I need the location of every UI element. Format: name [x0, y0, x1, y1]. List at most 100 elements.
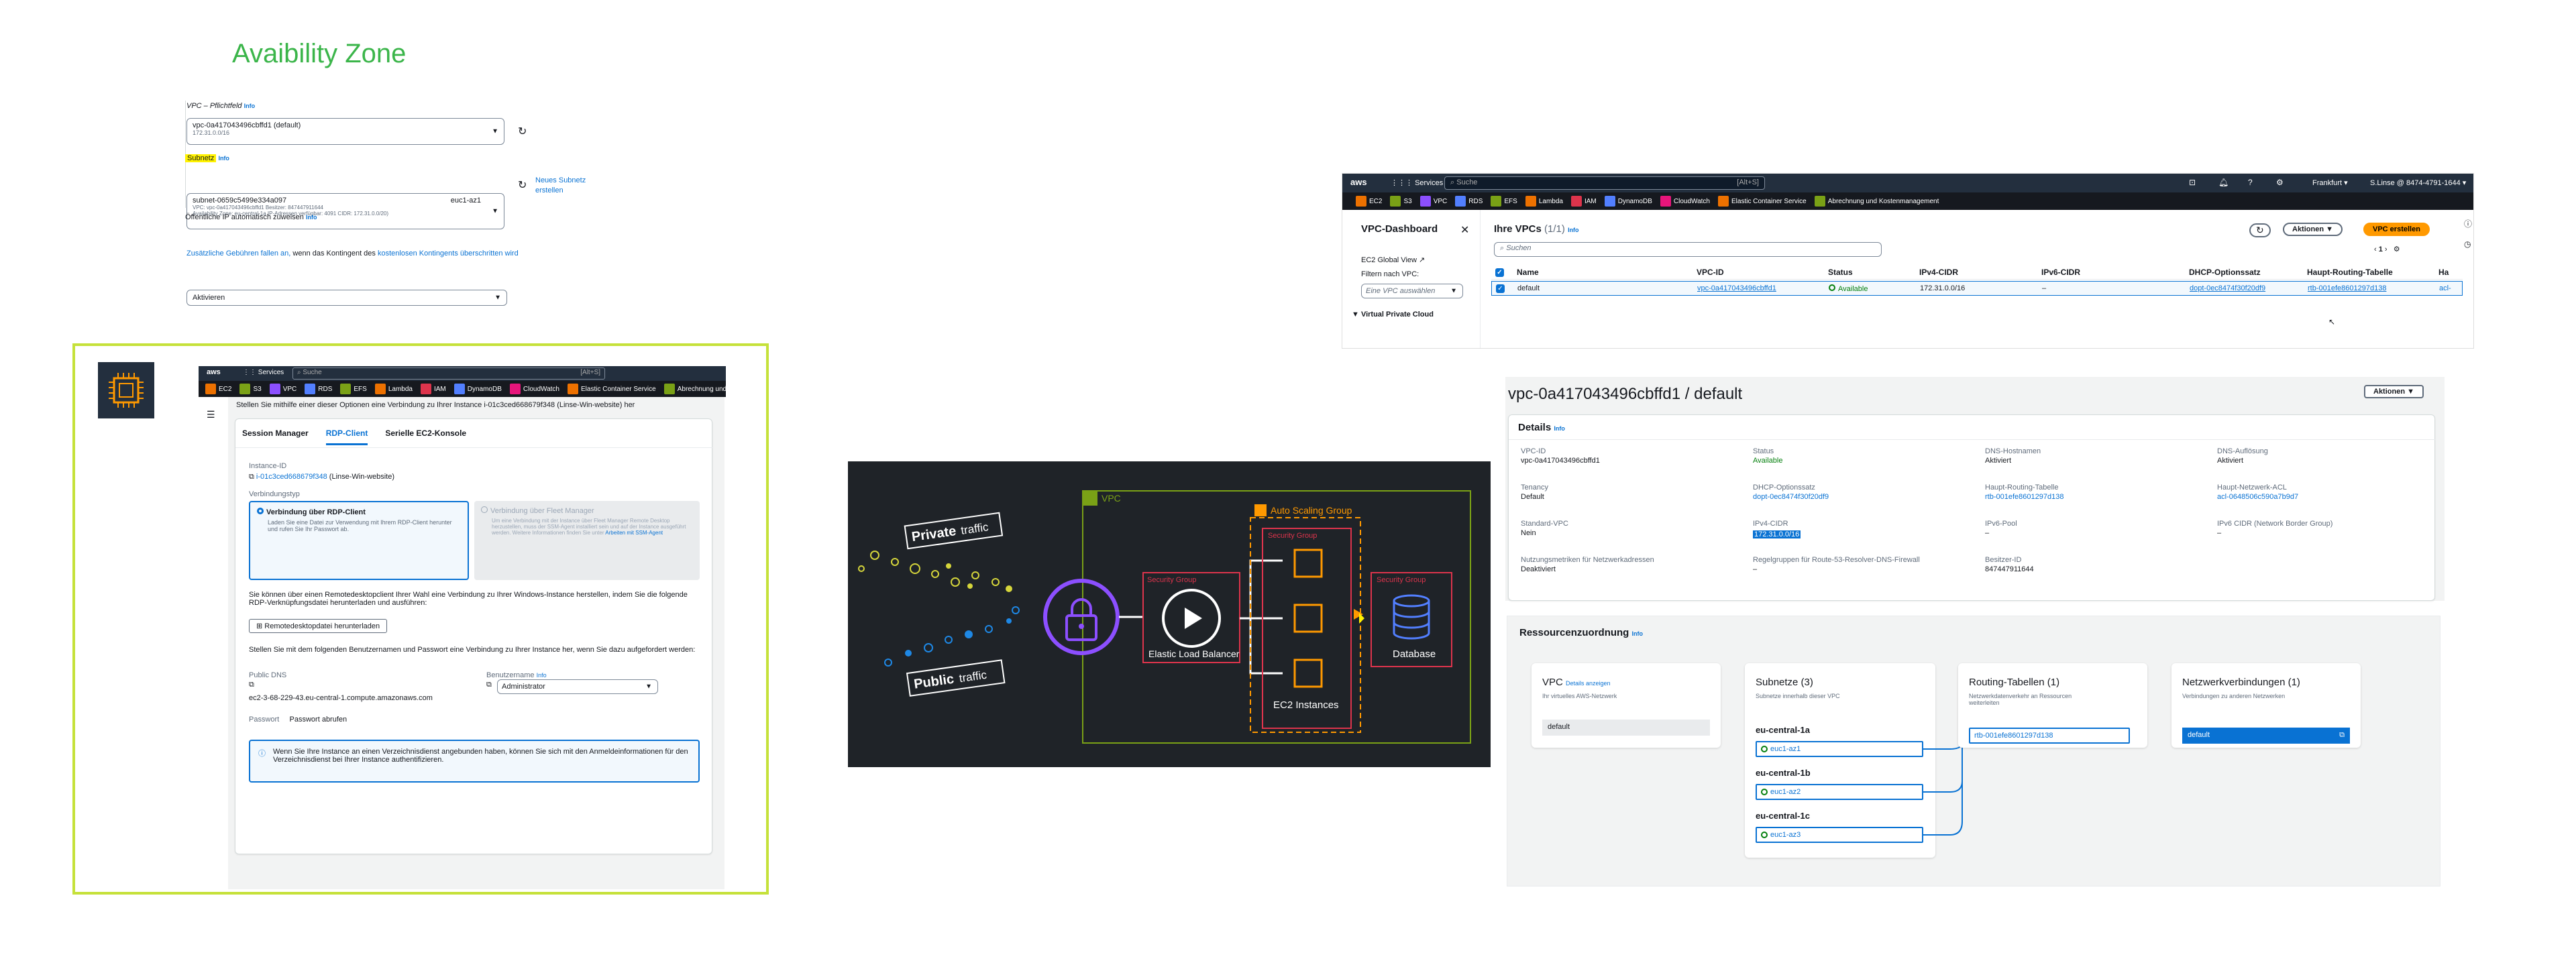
col-ipv6[interactable]: IPv6-CIDR [2041, 268, 2189, 277]
actions-button[interactable]: Aktionen ▼ [2364, 385, 2424, 398]
architecture-video[interactable]: Private traffic Public traffic VPC Secur… [848, 461, 1491, 767]
lock-icon [1043, 579, 1120, 655]
fleet-manager-option[interactable]: Verbindung über Fleet Manager Um eine Ve… [474, 501, 700, 580]
favorite-lambda[interactable]: Lambda [1525, 195, 1563, 207]
create-vpc-button[interactable]: VPC erstellen [2363, 223, 2430, 236]
col-routing[interactable]: Haupt-Routing-Tabelle [2307, 268, 2438, 277]
tab-rdp-client[interactable]: RDP-Client [325, 429, 368, 445]
col-name[interactable]: Name [1517, 268, 1697, 277]
cell-dhcp[interactable]: dopt-0ec8474f30f20df9 [2190, 284, 2308, 292]
favorite-abrechnung-und-kostenmanagement[interactable]: Abrechnung und Kostenmanagement [663, 383, 726, 395]
favorite-cloudwatch[interactable]: CloudWatch [509, 383, 559, 395]
svg-text:Security Group: Security Group [1377, 576, 1426, 584]
col-vpc-id[interactable]: VPC-ID [1697, 268, 1828, 277]
detail-value[interactable]: acl-0648506c590a7b9d7 [2217, 493, 2432, 501]
username-select[interactable]: Administrator ▼ [497, 679, 658, 694]
help-icon[interactable]: ? [2248, 178, 2253, 187]
network-connection-item[interactable]: default ⧉ [2182, 728, 2350, 744]
gear-icon[interactable]: ⚙ [2276, 178, 2284, 187]
favorite-cloudwatch[interactable]: CloudWatch [1660, 195, 1710, 207]
new-subnet-link[interactable]: Neues Subnetz erstellen [535, 176, 602, 196]
menu-icon[interactable]: ☰ [207, 409, 215, 420]
vpc-item[interactable]: default [1542, 720, 1710, 736]
detail-value[interactable]: rtb-001efe8601297d138 [1985, 493, 2200, 501]
download-rdp-button[interactable]: ⊞ Remotedesktopdatei herunterladen [249, 619, 388, 633]
aws-logo[interactable]: aws [207, 368, 221, 376]
cell-vpc-id[interactable]: vpc-0a417043496cbffd1 [1697, 284, 1829, 292]
service-icon [1604, 196, 1615, 207]
table-row[interactable]: ✓ default vpc-0a417043496cbffd1 Availabl… [1491, 281, 2463, 296]
favorite-vpc[interactable]: VPC [1419, 195, 1447, 207]
detail-field: Status Available [1753, 447, 1968, 465]
refresh-icon[interactable]: ↻ [518, 125, 527, 138]
favorite-elastic-container-service[interactable]: Elastic Container Service [568, 383, 656, 395]
get-password-button[interactable]: Passwort abrufen [290, 716, 347, 724]
cell-routing[interactable]: rtb-001efe8601297d138 [2308, 284, 2439, 292]
tab-session-manager[interactable]: Session Manager [242, 429, 309, 445]
favorite-efs[interactable]: EFS [1491, 195, 1517, 207]
search-input[interactable]: ⌕ Suchen [1494, 242, 1882, 257]
info-panel-icon[interactable]: ⓘ [2464, 218, 2472, 229]
favorites-bar: EC2 S3 VPC RDS EFS Lambda IAM DynamoDB CloudWatc… [1342, 192, 2473, 210]
network-connections-card: Netzwerkverbindungen (1) Verbindungen zu… [2171, 663, 2361, 748]
refresh-button[interactable]: ↻ [2249, 223, 2271, 237]
tab-serial-console[interactable]: Serielle EC2-Konsole [385, 429, 466, 445]
search-input[interactable]: ⌕ Suche [Alt+S] [292, 367, 605, 380]
subnet-item[interactable]: euc1-az2 [1756, 784, 1923, 800]
copy-icon[interactable]: ⧉ [486, 681, 492, 689]
favorite-iam[interactable]: IAM [420, 383, 446, 395]
subnet-select[interactable]: subnet-0659c5499e334a097 euc1-az1 VPC: vp… [186, 193, 504, 229]
service-icon [453, 384, 465, 394]
favorite-abrechnung-und-kostenmanagement[interactable]: Abrechnung und Kostenmanagement [1814, 195, 1939, 207]
clock-icon[interactable]: ◷ [2464, 239, 2471, 249]
favorite-lambda[interactable]: Lambda [374, 383, 413, 395]
route-table-item[interactable]: rtb-001efe8601297d138 [1969, 728, 2130, 744]
subnet-item[interactable]: euc1-az3 [1756, 827, 1923, 843]
services-menu[interactable]: ⋮⋮⋮ Services [1391, 178, 1443, 187]
detail-value[interactable]: dopt-0ec8474f30f20df9 [1753, 493, 1968, 501]
col-dhcp[interactable]: DHCP-Optionssatz [2189, 268, 2307, 277]
pagination[interactable]: ‹ 1 › ⚙ [2374, 245, 2400, 253]
favorite-iam[interactable]: IAM [1570, 195, 1597, 207]
refresh-icon[interactable]: ↻ [518, 178, 527, 192]
favorite-dynamodb[interactable]: DynamoDB [1604, 195, 1652, 207]
favorite-ec2[interactable]: EC2 [205, 383, 231, 395]
actions-button[interactable]: Aktionen ▼ [2283, 223, 2343, 236]
select-all-checkbox[interactable]: ✓ [1491, 267, 1517, 277]
rdp-para: Sie können über einen Remotedesktopclien… [249, 591, 688, 607]
account-menu[interactable]: S.Linse @ 8474-4791-1644 ▾ [2370, 178, 2466, 187]
favorite-s3[interactable]: S3 [1390, 195, 1412, 207]
row-checkbox[interactable]: ✓ [1492, 284, 1517, 293]
search-input[interactable]: ⌕ Suche [Alt+S] [1444, 176, 1765, 190]
vpc-select[interactable]: vpc-0a417043496cbffd1 (default) 172.31.0… [186, 118, 504, 145]
favorite-vpc[interactable]: VPC [269, 383, 297, 395]
col-status[interactable]: Status [1828, 268, 1919, 277]
favorite-rds[interactable]: RDS [1455, 195, 1483, 207]
favorite-rds[interactable]: RDS [305, 383, 332, 395]
favorite-dynamodb[interactable]: DynamoDB [453, 383, 502, 395]
database-box: Security Group Database [1354, 572, 1452, 667]
favorite-s3[interactable]: S3 [239, 383, 262, 395]
rdp-option[interactable]: Verbindung über RDP-Client Laden Sie ein… [249, 501, 469, 580]
region-menu[interactable]: Frankfurt ▾ [2312, 178, 2348, 187]
services-menu[interactable]: ⋮⋮ Services [243, 369, 284, 376]
copy-icon[interactable]: ⧉ [249, 681, 254, 689]
favorite-efs[interactable]: EFS [340, 383, 367, 395]
subnet-item[interactable]: euc1-az1 [1756, 741, 1923, 757]
cloudshell-icon[interactable]: ⊡ [2189, 178, 2196, 187]
vpc-details-link[interactable]: Details anzeigen [1566, 680, 1611, 687]
favorite-ec2[interactable]: EC2 [1356, 195, 1382, 207]
vpc-section-toggle[interactable]: ▼ Virtual Private Cloud [1352, 310, 1434, 319]
aws-top-bar: aws ⋮⋮⋮ Services ⌕ Suche [Alt+S] ⊡ 🔔︎ ? … [1342, 174, 2473, 192]
close-icon[interactable]: ✕ [1460, 223, 1469, 237]
aws-logo[interactable]: aws [1350, 177, 1367, 187]
col-ipv4[interactable]: IPv4-CIDR [1919, 268, 2041, 277]
vpc-filter-select[interactable]: Eine VPC auswählen ▼ [1361, 284, 1463, 298]
detail-field: DNS-Hostnamen Aktiviert [1985, 447, 2200, 465]
cell-ha[interactable]: acl- [2439, 284, 2451, 292]
col-ha[interactable]: Ha [2438, 268, 2449, 277]
ec2-global-view-link[interactable]: EC2 Global View ↗ [1361, 255, 1425, 264]
bell-icon[interactable]: 🔔︎ [2218, 178, 2229, 187]
favorite-elastic-container-service[interactable]: Elastic Container Service [1718, 195, 1807, 207]
public-ip-select[interactable]: Aktivieren ▼ [186, 290, 507, 306]
